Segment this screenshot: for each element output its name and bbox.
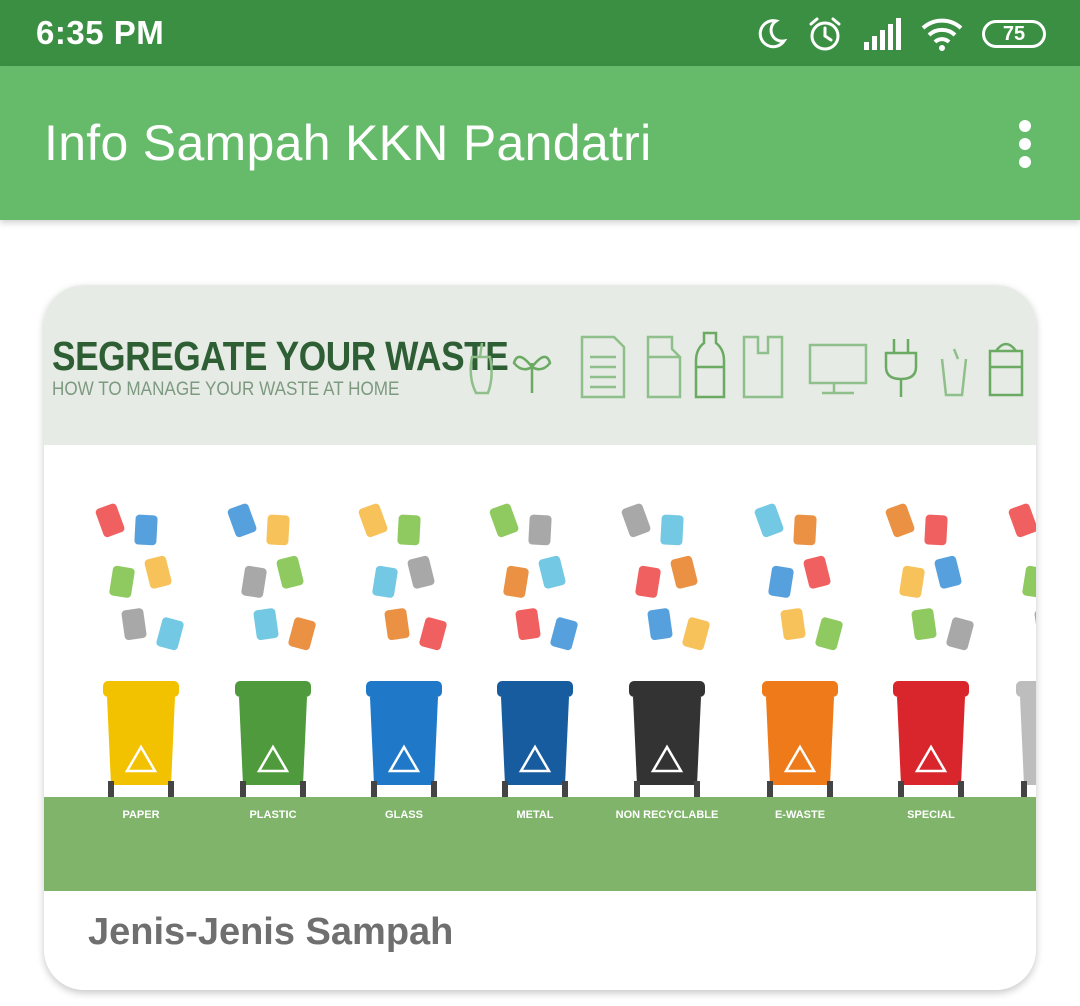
app-bar: Info Sampah KKN Pandatri: [0, 66, 1080, 220]
bin-label: E-WASTE: [774, 809, 826, 821]
bin-non-recyclable: [621, 503, 710, 799]
bin-label: METAL: [516, 809, 554, 821]
bin-label: NON RECYCLABLE: [615, 809, 719, 821]
banner-heading: SEGREGATE YOUR WASTE: [52, 333, 509, 379]
bin-special: [885, 503, 974, 799]
bin-label: PLASTIC: [249, 809, 297, 821]
bin-paper: [95, 503, 184, 799]
bin-ex: [1008, 503, 1036, 799]
waste-category-icons: [469, 331, 1024, 399]
more-vert-icon[interactable]: [1014, 120, 1036, 168]
bin-label: GLASS: [385, 809, 423, 821]
bin-glass: [358, 503, 447, 799]
app-title: Info Sampah KKN Pandatri: [44, 115, 652, 171]
battery-icon: 75: [982, 20, 1046, 48]
status-bar: 6:35 PM 75: [0, 0, 1080, 66]
card-title: Jenis-Jenis Sampah: [88, 911, 454, 953]
bin-label: SPECIAL: [907, 809, 955, 821]
battery-level: 75: [982, 20, 1046, 48]
bin-metal: [489, 503, 578, 799]
banner-header: SEGREGATE YOUR WASTE HOW TO MANAGE YOUR …: [44, 285, 1036, 445]
banner-subheading: HOW TO MANAGE YOUR WASTE AT HOME: [52, 379, 400, 400]
waste-types-card[interactable]: SEGREGATE YOUR WASTE HOW TO MANAGE YOUR …: [44, 285, 1036, 990]
wifi-icon: [921, 18, 963, 51]
status-time: 6:35 PM: [36, 14, 165, 51]
alarm-icon: [809, 17, 841, 51]
signal-icon: [864, 18, 901, 50]
bin-label: PAPER: [122, 809, 160, 821]
status-icons: 75: [754, 14, 1046, 54]
moon-icon: [758, 19, 788, 49]
waste-bins-illustration: [95, 503, 1036, 799]
bin-plastic: [227, 503, 316, 799]
bin-e-waste: [754, 503, 843, 799]
segregate-waste-image: SEGREGATE YOUR WASTE HOW TO MANAGE YOUR …: [44, 285, 1036, 891]
bin-label: EX: [999, 809, 1036, 821]
